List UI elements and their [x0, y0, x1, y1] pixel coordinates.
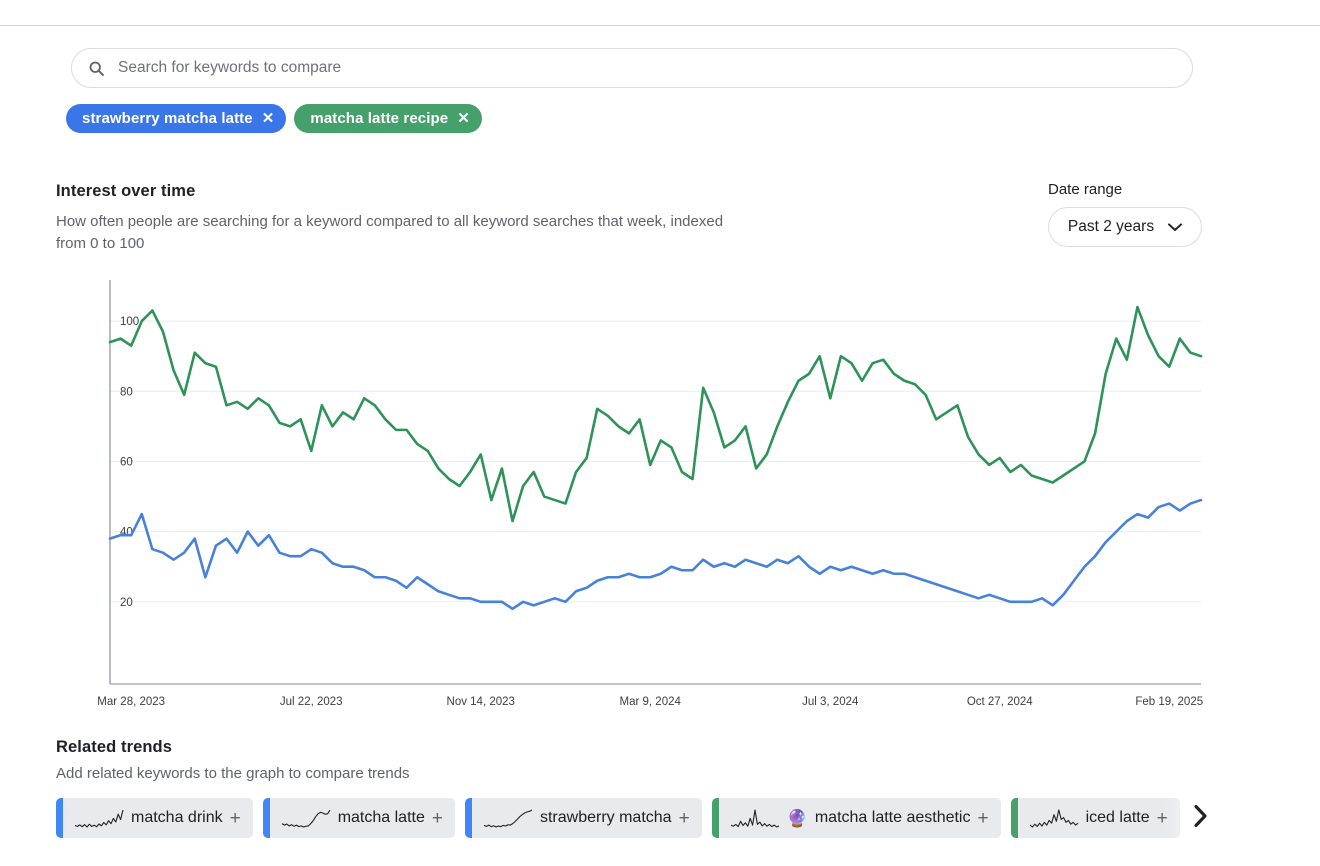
svg-text:Mar 9, 2024: Mar 9, 2024	[620, 696, 682, 708]
close-icon[interactable]: ✕	[457, 111, 470, 126]
interest-over-time-chart[interactable]: 20 40 60 80 100 Mar 28, 2023 Jul 22, 2023 Nov 1…	[56, 272, 1256, 722]
keyword-chip[interactable]: matcha latte recipe ✕	[294, 104, 482, 133]
svg-text:40: 40	[120, 527, 133, 539]
related-trend-chip[interactable]: matcha drink +	[56, 798, 253, 838]
related-trend-chip[interactable]: 🔮 matcha latte aesthetic +	[711, 798, 1001, 838]
svg-text:Jul 22, 2023: Jul 22, 2023	[280, 696, 343, 708]
related-trend-color-bar	[711, 798, 719, 838]
add-keyword-button[interactable]: +	[1157, 809, 1168, 828]
add-keyword-button[interactable]: +	[432, 809, 443, 828]
date-range-select[interactable]: Past 2 years	[1048, 207, 1202, 247]
svg-text:100: 100	[120, 316, 139, 328]
sparkline-icon	[730, 806, 780, 830]
interest-over-time-subtitle: How often people are searching for a key…	[56, 213, 724, 252]
related-trend-color-bar	[464, 798, 472, 838]
svg-text:20: 20	[120, 597, 133, 609]
close-icon[interactable]: ✕	[262, 111, 275, 126]
interest-over-time-title: Interest over time	[56, 182, 196, 200]
date-range-label: Date range	[1048, 181, 1123, 198]
svg-text:80: 80	[120, 386, 133, 398]
sparkline-icon	[74, 806, 124, 830]
related-trend-color-bar	[1010, 798, 1018, 838]
related-trends-title: Related trends	[56, 738, 173, 756]
svg-text:Mar 28, 2023: Mar 28, 2023	[97, 696, 165, 708]
related-trend-chip[interactable]: strawberry matcha +	[464, 798, 702, 838]
related-trend-label: matcha latte aesthetic	[814, 809, 971, 826]
related-trend-label: strawberry matcha	[539, 809, 672, 826]
related-trend-color-bar	[262, 798, 270, 838]
crystal-ball-icon: 🔮	[786, 808, 808, 828]
search-bar	[71, 48, 1193, 88]
svg-text:Oct 27, 2024: Oct 27, 2024	[967, 696, 1033, 708]
svg-text:60: 60	[120, 456, 133, 468]
keyword-chip-list: strawberry matcha latte ✕ matcha latte rec…	[66, 104, 482, 133]
date-range-value: Past 2 years	[1067, 218, 1155, 235]
sparkline-icon	[281, 806, 331, 830]
related-trend-label: matcha latte	[337, 809, 425, 826]
search-input[interactable]	[116, 58, 1176, 78]
keyword-chip-label: strawberry matcha latte	[82, 110, 253, 127]
related-trends-next-button[interactable]	[1180, 798, 1220, 838]
keyword-chip[interactable]: strawberry matcha latte ✕	[66, 104, 287, 133]
add-keyword-button[interactable]: +	[230, 809, 241, 828]
related-trends-list: matcha drink + matcha latte + strawberry mat…	[56, 796, 1256, 840]
add-keyword-button[interactable]: +	[679, 809, 690, 828]
search-box[interactable]	[71, 48, 1193, 88]
related-trend-label: iced latte	[1085, 809, 1150, 826]
chart-canvas: 20 40 60 80 100 Mar 28, 2023 Jul 22, 2023 Nov 1…	[97, 280, 1203, 708]
sparkline-icon	[483, 806, 533, 830]
add-keyword-button[interactable]: +	[977, 809, 988, 828]
svg-text:Jul 3, 2024: Jul 3, 2024	[802, 696, 859, 708]
related-trend-chip[interactable]: iced latte +	[1010, 798, 1180, 838]
sparkline-icon	[1029, 806, 1079, 830]
svg-text:Nov 14, 2023: Nov 14, 2023	[447, 696, 515, 708]
chevron-down-icon	[1168, 222, 1183, 232]
related-trends-subtitle: Add related keywords to the graph to com…	[56, 765, 410, 782]
related-trend-chip[interactable]: matcha latte +	[262, 798, 455, 838]
date-range-control: Date range Past 2 years	[1048, 181, 1202, 247]
related-trend-label: matcha drink	[131, 809, 223, 826]
related-trend-color-bar	[56, 798, 63, 838]
header-divider	[0, 25, 1320, 26]
keyword-chip-label: matcha latte recipe	[310, 110, 449, 127]
chevron-right-icon	[1193, 804, 1208, 833]
trends-page: strawberry matcha latte✕matcha latte rec…	[0, 0, 1320, 866]
svg-text:Feb 19, 2025: Feb 19, 2025	[1135, 696, 1203, 708]
search-icon	[88, 60, 105, 77]
